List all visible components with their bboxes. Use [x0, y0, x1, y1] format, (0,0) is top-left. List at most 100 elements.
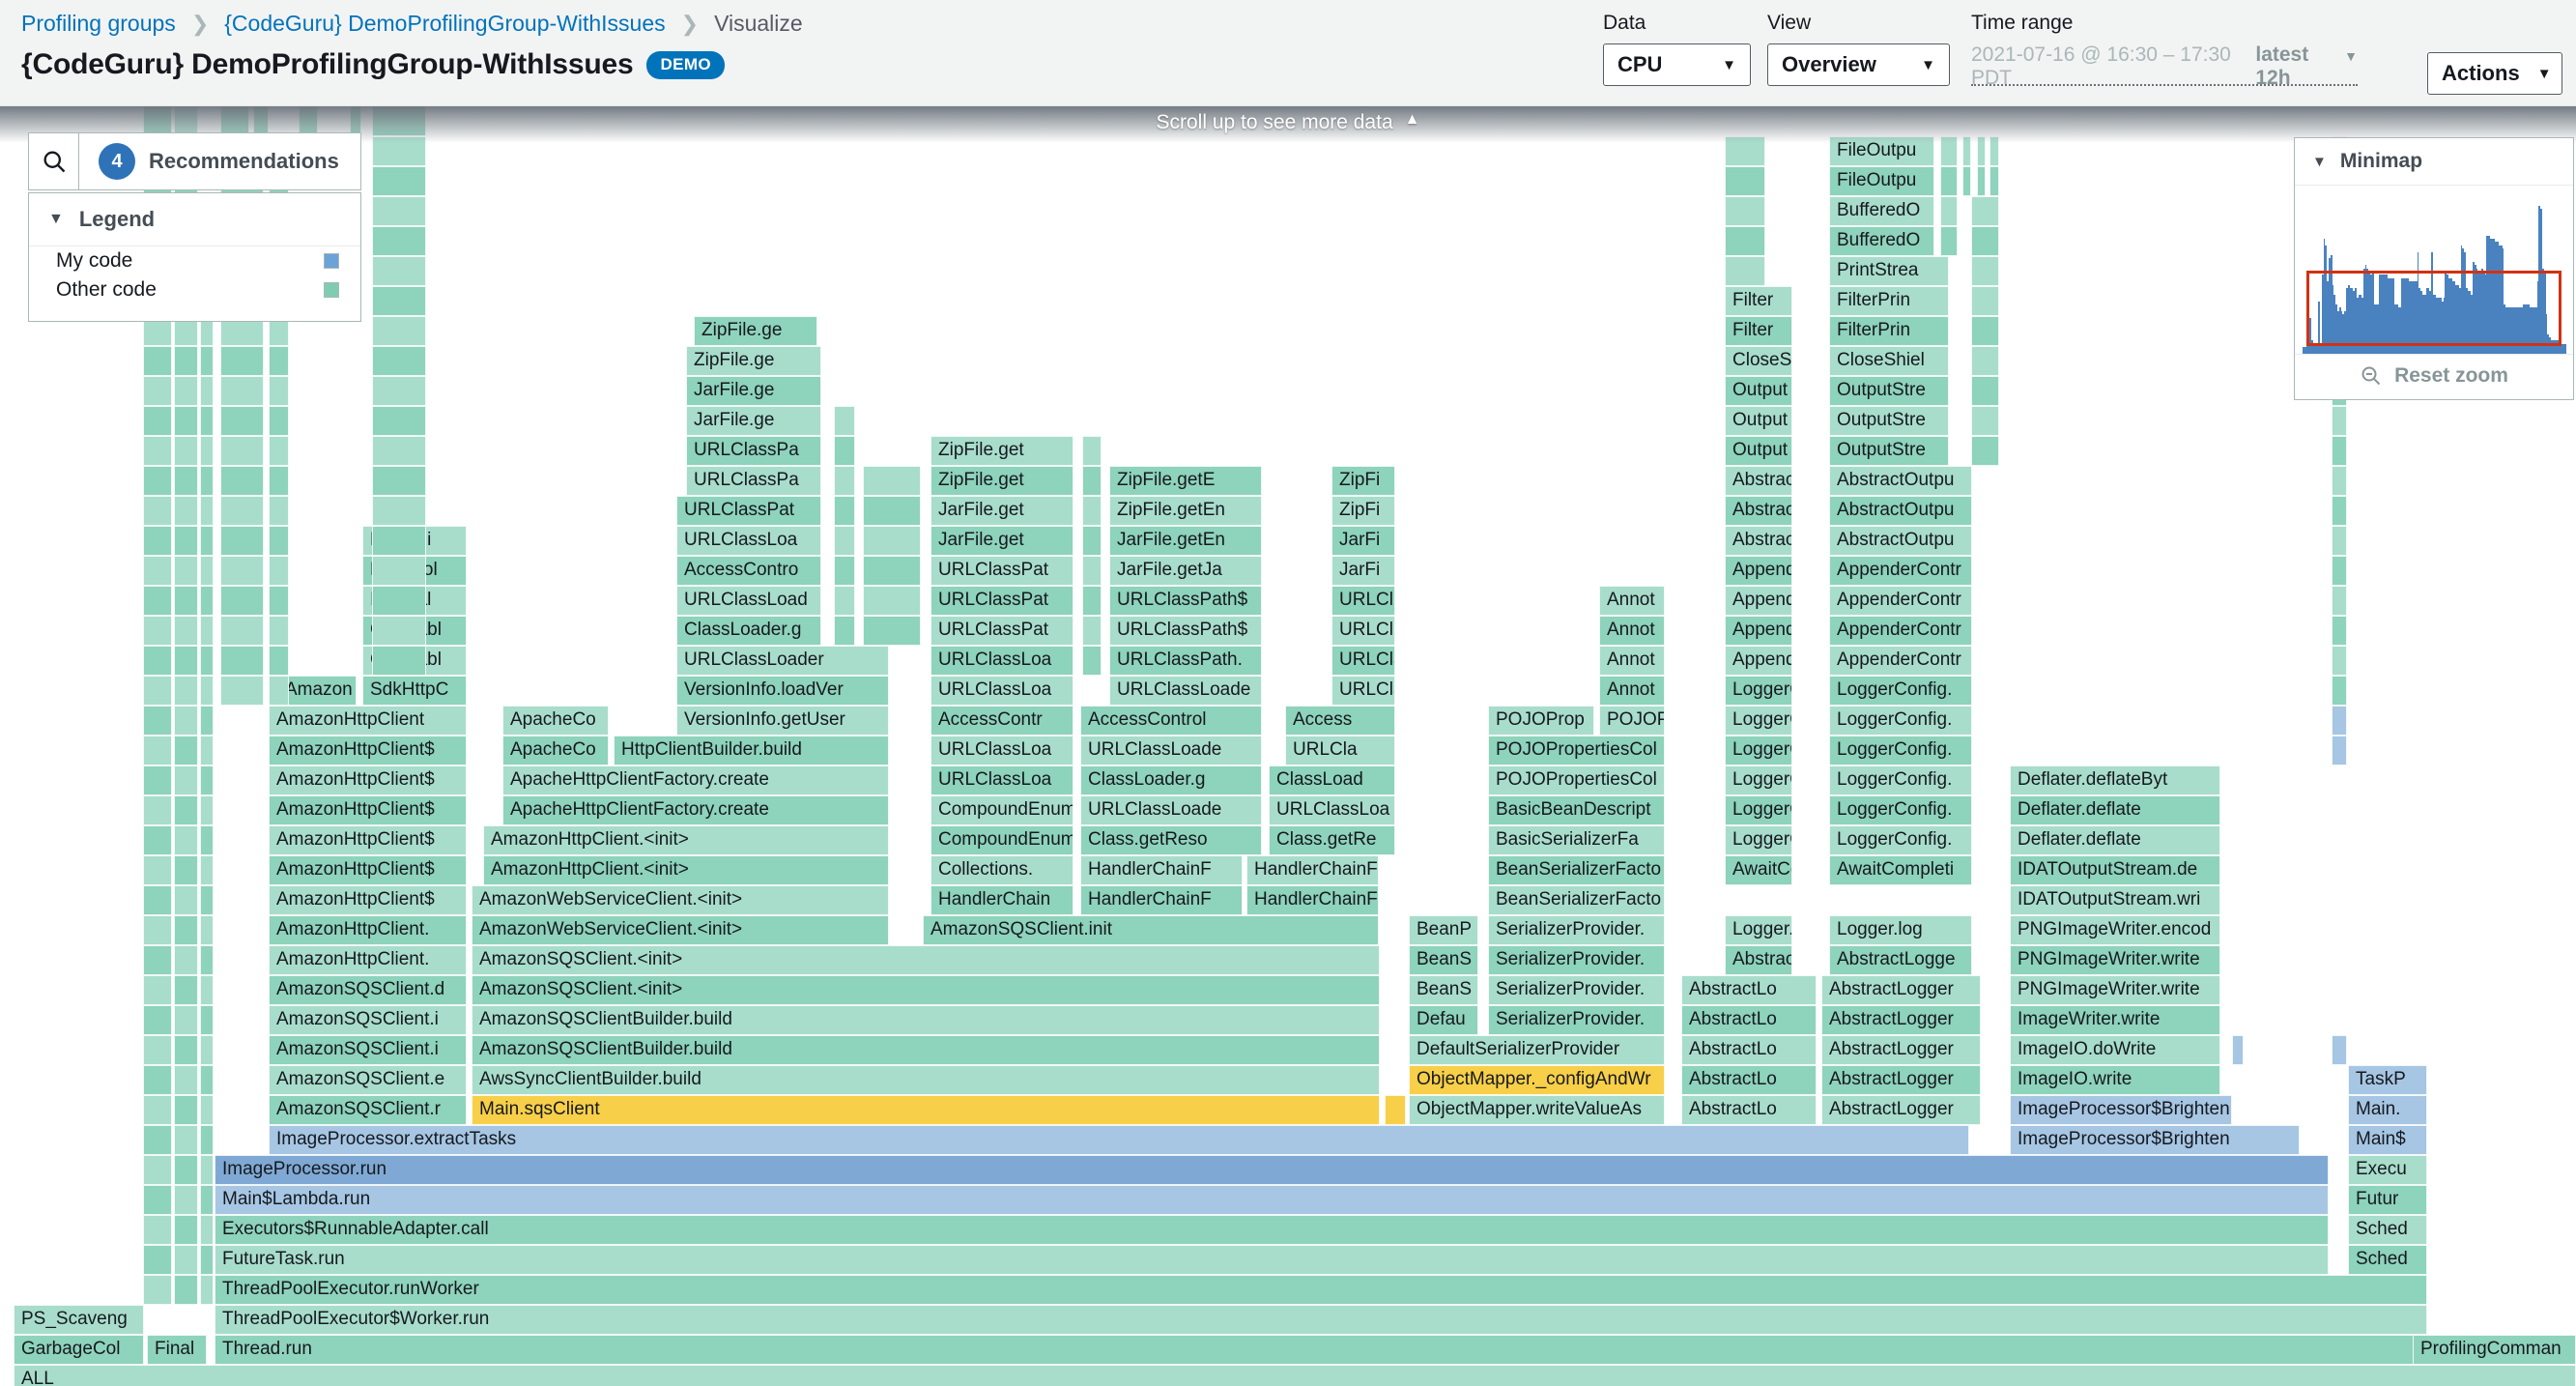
- flame-frame[interactable]: [200, 795, 214, 825]
- flame-frame-unlabeled[interactable]: [2332, 1035, 2347, 1065]
- flame-frame[interactable]: [200, 586, 214, 616]
- flame-frame[interactable]: Logger.log: [1829, 915, 1972, 945]
- flame-frame[interactable]: JarFile.get: [930, 496, 1073, 526]
- timerange-picker[interactable]: 2021-07-16 @ 16:30 – 17:30 PDT latest 12…: [1971, 43, 2358, 89]
- flame-frame[interactable]: POJOProp: [1488, 706, 1594, 736]
- flame-frame[interactable]: AmazonSQSClient.init: [923, 915, 1379, 945]
- flame-frame-unlabeled[interactable]: [372, 466, 426, 496]
- flame-frame[interactable]: POJOPropertiesCol: [1488, 736, 1665, 765]
- flame-frame-unlabeled[interactable]: [372, 436, 426, 466]
- flame-frame[interactable]: Deflater.deflateByt: [2010, 765, 2220, 795]
- flame-frame[interactable]: ApacheCo: [502, 736, 609, 765]
- flame-frame[interactable]: Abstrac: [1725, 466, 1792, 496]
- actions-button[interactable]: Actions ▼: [2427, 52, 2562, 95]
- flame-frame[interactable]: [200, 676, 214, 706]
- view-select[interactable]: Overview ▼: [1767, 43, 1950, 86]
- flame-frame[interactable]: [174, 1005, 198, 1035]
- flame-frame[interactable]: Annot: [1599, 646, 1665, 676]
- flame-frame[interactable]: [200, 466, 214, 496]
- flame-frame[interactable]: Abstrac: [1725, 496, 1792, 526]
- flame-frame-unlabeled[interactable]: [1082, 496, 1102, 526]
- flame-frame-unlabeled[interactable]: [834, 496, 855, 526]
- flame-frame[interactable]: [200, 496, 214, 526]
- flame-frame[interactable]: AmazonHttpClient$: [269, 825, 467, 855]
- flame-frame[interactable]: FileOutpu: [1829, 136, 1934, 166]
- flame-frame-unlabeled[interactable]: [220, 616, 264, 646]
- flame-frame-unlabeled[interactable]: [834, 436, 855, 466]
- flame-frame[interactable]: AbstractLo: [1681, 1005, 1817, 1035]
- flame-frame[interactable]: [143, 1065, 172, 1095]
- flame-frame[interactable]: AmazonHttpClient.: [269, 945, 467, 975]
- flame-frame-unlabeled[interactable]: [220, 376, 264, 406]
- flame-frame[interactable]: [143, 855, 172, 885]
- flame-frame[interactable]: [143, 1035, 172, 1065]
- flame-frame[interactable]: AbstractLogger: [1821, 1035, 1981, 1065]
- flame-frame[interactable]: [143, 885, 172, 915]
- flame-frame[interactable]: LoggerC: [1725, 676, 1792, 706]
- flame-frame-unlabeled[interactable]: [372, 316, 426, 346]
- flame-frame[interactable]: URLClassLoa: [930, 736, 1073, 765]
- flame-frame[interactable]: AbstractLo: [1681, 975, 1817, 1005]
- flame-frame[interactable]: VersionInfo.getUser: [676, 706, 889, 736]
- flame-frame[interactable]: ObjectMapper.writeValueAs: [1409, 1095, 1665, 1125]
- flame-frame[interactable]: POJOPropertiesCol: [1488, 765, 1665, 795]
- flame-frame[interactable]: ImageIO.write: [2010, 1065, 2220, 1095]
- flame-frame[interactable]: ZipFile.ge: [686, 346, 821, 376]
- flame-frame[interactable]: [143, 706, 172, 736]
- flame-frame[interactable]: LoggerConfig.: [1829, 765, 1972, 795]
- flame-frame[interactable]: [143, 1245, 172, 1275]
- flame-frame[interactable]: AwsSyncClientBuilder.build: [472, 1065, 1380, 1095]
- flame-frame-unlabeled[interactable]: [1989, 166, 1999, 196]
- flame-frame[interactable]: BufferedO: [1829, 196, 1934, 226]
- flame-frame[interactable]: DefaultSerializerProvider: [1409, 1035, 1665, 1065]
- flame-frame[interactable]: URLClassLoad: [676, 586, 821, 616]
- flame-frame[interactable]: [174, 1185, 198, 1215]
- flame-frame[interactable]: BeanS: [1409, 945, 1478, 975]
- flame-frame-unlabeled[interactable]: [1971, 316, 1999, 346]
- flame-frame[interactable]: TaskP: [2348, 1065, 2427, 1095]
- flame-frame-unlabeled[interactable]: [1971, 436, 1999, 466]
- flame-frame[interactable]: Deflater.deflate: [2010, 825, 2220, 855]
- flame-graph[interactable]: FileOutpu FileOutpu BufferedO BufferedO Prin…: [0, 106, 2576, 1386]
- recommendations-button[interactable]: 4 Recommendations: [78, 132, 361, 190]
- flame-frame[interactable]: [200, 885, 214, 915]
- flame-frame[interactable]: [174, 765, 198, 795]
- flame-frame[interactable]: [143, 1125, 172, 1155]
- flame-frame[interactable]: AmazonHttpClient$: [269, 736, 467, 765]
- flame-frame[interactable]: Thread.run: [215, 1335, 2427, 1365]
- flame-frame[interactable]: AwaitCo: [1725, 855, 1792, 885]
- flame-frame-unlabeled[interactable]: [372, 496, 426, 526]
- flame-frame[interactable]: ZipFi: [1331, 466, 1395, 496]
- flame-frame[interactable]: Output: [1725, 436, 1792, 466]
- flame-frame-unlabeled[interactable]: [834, 586, 855, 616]
- flame-frame[interactable]: ProfilingComman: [2413, 1335, 2576, 1365]
- flame-frame[interactable]: PS_Scaveng: [14, 1305, 144, 1335]
- flame-frame[interactable]: GarbageCol: [14, 1335, 144, 1365]
- flame-frame-unlabeled[interactable]: [174, 586, 198, 616]
- flame-frame[interactable]: URLCla: [1285, 736, 1395, 765]
- flame-frame[interactable]: JarFi: [1331, 526, 1395, 556]
- flame-frame[interactable]: OutputStre: [1829, 436, 1949, 466]
- flame-frame[interactable]: Access: [1285, 706, 1395, 736]
- flame-frame[interactable]: AmazonSQSClientBuilder.build: [472, 1035, 1380, 1065]
- flame-frame[interactable]: CloseS: [1725, 346, 1792, 376]
- flame-frame-unlabeled[interactable]: [1082, 616, 1102, 646]
- flame-frame-unlabeled[interactable]: [1971, 406, 1999, 436]
- flame-frame[interactable]: [143, 1185, 172, 1215]
- flame-frame[interactable]: ImageProcessor$Brighten: [2010, 1095, 2232, 1125]
- flame-frame-unlabeled[interactable]: [269, 586, 289, 616]
- flame-frame-unlabeled[interactable]: [372, 526, 426, 556]
- flame-frame[interactable]: [143, 346, 172, 376]
- flame-frame[interactable]: Annot: [1599, 616, 1665, 646]
- flame-frame-unlabeled[interactable]: [1725, 256, 1765, 286]
- flame-frame[interactable]: AbstractLogger: [1821, 1095, 1981, 1125]
- flame-frame-unlabeled[interactable]: [372, 196, 426, 226]
- flame-frame[interactable]: [143, 616, 172, 646]
- flame-frame-unlabeled[interactable]: [1940, 166, 1958, 196]
- flame-frame-unlabeled[interactable]: [372, 556, 426, 586]
- flame-frame-unlabeled[interactable]: [1082, 466, 1102, 496]
- flame-frame[interactable]: URLClassLoade: [1080, 736, 1262, 765]
- flame-frame[interactable]: [143, 526, 172, 556]
- flame-frame[interactable]: AccessContr: [930, 706, 1073, 736]
- flame-frame[interactable]: [200, 1245, 214, 1275]
